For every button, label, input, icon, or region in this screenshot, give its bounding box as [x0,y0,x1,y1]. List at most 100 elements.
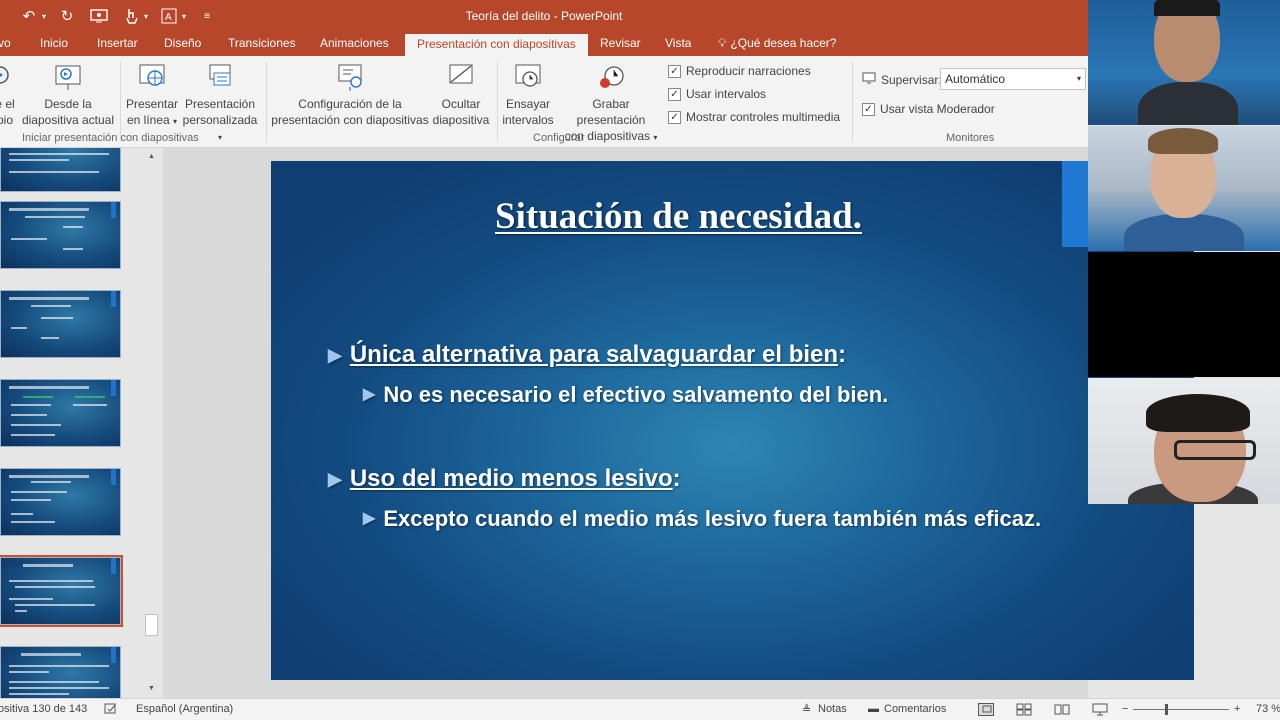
tab-animations[interactable]: Animaciones [320,36,389,50]
tab-file[interactable]: vo [0,36,11,50]
group-monitors: Monitores [946,132,995,144]
slideshow-start-icon [0,66,9,84]
tab-slideshow[interactable]: Presentación con diapositivas [405,34,588,56]
bullet-text: No es necesario el efectivo salvamento d… [383,382,889,407]
zoom-out-icon[interactable]: − [1122,703,1128,715]
show-media-controls-label: Mostrar controles multimedia [686,110,841,124]
slide-thumbnail-current[interactable] [0,555,123,627]
rehearse-label-1: Ensayar [505,97,551,111]
bullet-arrow-icon: ▶ [328,345,342,365]
notes-button[interactable]: Notas [818,703,847,715]
status-bar: ositiva 130 de 143 Español (Argentina) ≜… [0,698,1280,720]
slide-thumbnail[interactable] [0,290,121,358]
play-narrations-label: Reproducir narraciones [686,64,811,78]
bullet-arrow-icon: ▶ [328,469,342,489]
normal-view-icon[interactable] [978,703,994,719]
setup-show-icon [338,64,362,91]
slideshow-view-icon[interactable] [1092,703,1108,719]
show-media-controls-checkbox[interactable]: ✓ Mostrar controles multimedia [668,110,840,124]
hide-slide-button[interactable]: Ocultar diapositiva [430,62,492,128]
hide-slide-label-2: diapositiva [432,113,490,127]
checkmark-icon: ✓ [668,87,681,101]
zoom-slider[interactable] [1133,709,1229,710]
video-participant-tile[interactable] [1088,252,1280,377]
separator [266,62,267,142]
bullet-arrow-icon: ▶ [363,510,376,527]
group-setup: Configurar [533,132,585,144]
slide-sorter-icon[interactable] [1016,703,1032,719]
tab-design[interactable]: Diseño [164,36,201,50]
chevron-down-icon: ▾ [1076,74,1081,83]
thumbnail-scrollbar[interactable]: ▲ ▼ [144,150,159,696]
from-current-slide-button[interactable]: Desde la diapositiva actual [20,62,116,128]
tab-home[interactable]: Inicio [40,36,68,50]
language-indicator[interactable]: Español (Argentina) [136,703,233,715]
setup-show-label-1: Configuración de la [298,97,402,111]
bullet-level-2[interactable]: ▶ No es necesario el efectivo salvamento… [363,379,888,410]
use-timings-checkbox[interactable]: ✓ Usar intervalos [668,87,766,101]
slide-title[interactable]: Situación de necesidad. [271,195,1086,238]
video-participant-tile[interactable] [1088,0,1280,125]
comments-button[interactable]: Comentarios [884,703,946,715]
slide-thumbnail[interactable] [0,201,121,269]
current-slide-icon [55,65,81,90]
tab-review[interactable]: Revisar [600,36,641,50]
slide-thumbnail[interactable] [0,148,121,192]
slide-thumbnail[interactable] [0,468,121,536]
present-online-label-2: en línea [126,113,170,127]
lightbulb-icon: 💡︎ [718,36,727,50]
reading-view-icon[interactable] [1054,703,1070,719]
video-participant-tile[interactable] [1088,126,1280,251]
separator [120,62,121,142]
bullet-text: Única alternativa para salvaguardar el b… [349,341,839,368]
tell-me-text: ¿Qué desea hacer? [730,36,837,50]
video-participant-tile[interactable] [1088,378,1280,504]
from-beginning-label-1: e el [0,97,15,111]
from-current-label-2: diapositiva actual [21,113,115,127]
play-narrations-checkbox[interactable]: ✓ Reproducir narraciones [668,64,811,78]
present-online-button[interactable]: Presentar en línea ▾ [124,62,180,130]
spellcheck-icon[interactable] [104,703,118,718]
bullet-level-1[interactable]: ▶ Uso del medio menos lesivo: [328,465,681,493]
bullet-text: Uso del medio menos lesivo [349,465,673,492]
slide-counter: ositiva 130 de 143 [0,703,88,715]
tab-insert[interactable]: Insertar [97,36,138,50]
setup-slideshow-button[interactable]: Configuración de la presentación con dia… [270,62,430,128]
zoom-slider-knob[interactable] [1165,704,1168,715]
window-title: Teoría del delito - PowerPoint [465,9,623,23]
from-current-label-1: Desde la [44,97,92,111]
slide-thumbnail-pane [0,148,163,698]
slide-thumbnail[interactable] [0,379,121,447]
bullet-level-1[interactable]: ▶ Única alternativa para salvaguardar el… [328,341,846,369]
tab-view[interactable]: Vista [665,36,691,50]
zoom-in-icon[interactable]: + [1234,703,1240,715]
scroll-down-icon[interactable]: ▼ [144,682,159,696]
bullet-arrow-icon: ▶ [363,386,376,403]
monitor-label: Supervisar: [881,72,942,87]
ribbon: e el pio Desde la diapositiva actual Pre… [0,56,1088,148]
monitor-select[interactable]: Automático ▾ [940,68,1086,90]
setup-show-label-2: presentación con diapositivas [271,113,429,127]
bullet-text: Excepto cuando el medio más lesivo fuera… [383,506,1042,531]
checkmark-icon: ✓ [668,64,681,78]
notes-icon: ≜ [802,704,812,716]
from-beginning-label-2: pio [0,113,13,127]
hide-slide-label-1: Ocultar [441,97,481,111]
title-bar: ↶ ▾ ↻ ▾ A ▾ ≡ Teoría del delito - PowerP… [0,0,1088,32]
scrollbar-thumb[interactable] [145,614,158,636]
tell-me-box[interactable]: 💡︎ ¿Qué desea hacer? [718,36,836,51]
slide-thumbnail[interactable] [0,646,121,698]
custom-show-label-2: personalizada [182,113,258,127]
from-beginning-button[interactable]: e el pio [0,62,18,128]
tab-transitions[interactable]: Transiciones [228,36,296,50]
custom-show-icon [209,64,231,86]
zoom-level[interactable]: 73 % [1256,703,1280,715]
current-slide[interactable]: Situación de necesidad. ▶ Única alternat… [271,161,1194,680]
presenter-view-checkbox[interactable]: ✓ Usar vista Moderador [862,102,995,116]
rehearse-timings-button[interactable]: Ensayar intervalos [500,62,556,128]
bullet-level-2[interactable]: ▶ Excepto cuando el medio más lesivo fue… [363,503,1063,534]
bullet-suffix: : [672,465,681,492]
rehearse-label-2: intervalos [502,113,554,127]
scroll-up-icon[interactable]: ▲ [144,150,159,164]
monitor-icon [862,71,876,88]
